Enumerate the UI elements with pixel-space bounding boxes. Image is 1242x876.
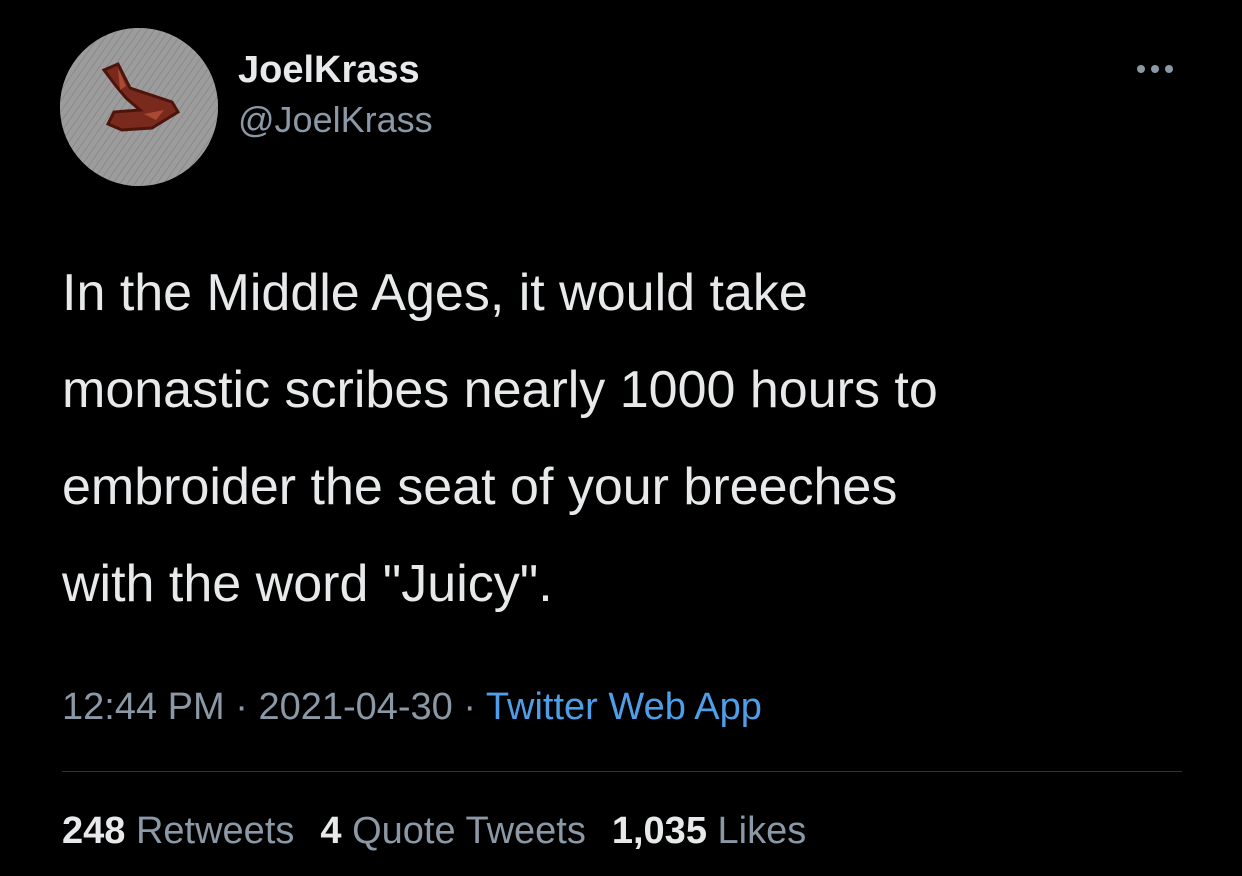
- tweet-time[interactable]: 12:44 PM: [62, 686, 225, 728]
- tweet-text-line: In the Middle Ages, it would take: [62, 264, 808, 322]
- quote-tweets-label: Quote Tweets: [352, 810, 586, 852]
- avatar[interactable]: [60, 28, 218, 186]
- likes-label: Likes: [717, 810, 807, 852]
- likes-stat[interactable]: 1,035 Likes: [612, 806, 806, 856]
- quote-tweets-count: 4: [320, 810, 342, 852]
- quote-tweets-stat[interactable]: 4 Quote Tweets: [320, 806, 585, 856]
- tweet-source-link[interactable]: Twitter Web App: [486, 686, 762, 728]
- likes-count: 1,035: [611, 810, 707, 852]
- engagement-stats: 248 Retweets 4 Quote Tweets 1,035 Likes: [62, 806, 806, 856]
- retweets-stat[interactable]: 248 Retweets: [62, 806, 294, 856]
- tweet-metadata: 12:44 PM · 2021-04-30 · Twitter Web App: [62, 682, 762, 732]
- user-handle[interactable]: @JoelKrass: [238, 98, 433, 142]
- tweet-text-line: with the word "Juicy".: [62, 555, 553, 613]
- tweet-text-line: embroider the seat of your breeches: [62, 458, 898, 516]
- display-name[interactable]: JoelKrass: [238, 48, 433, 92]
- retweets-label: Retweets: [135, 810, 295, 852]
- avatar-image: [60, 28, 218, 186]
- tweet-date[interactable]: 2021-04-30: [258, 686, 452, 728]
- meta-separator: ·: [463, 686, 486, 728]
- author-info: JoelKrass @JoelKrass: [238, 48, 433, 142]
- tweet-text: In the Middle Ages, it would take monast…: [62, 245, 1182, 633]
- retweets-count: 248: [62, 810, 126, 852]
- more-horizontal-icon: [1137, 65, 1173, 73]
- tweet-text-line: monastic scribes nearly 1000 hours to: [62, 361, 938, 419]
- divider: [62, 771, 1182, 772]
- tweet-detail: JoelKrass @JoelKrass In the Middle Ages,…: [0, 0, 1242, 876]
- more-options-button[interactable]: [1128, 54, 1182, 84]
- meta-separator: ·: [235, 686, 259, 728]
